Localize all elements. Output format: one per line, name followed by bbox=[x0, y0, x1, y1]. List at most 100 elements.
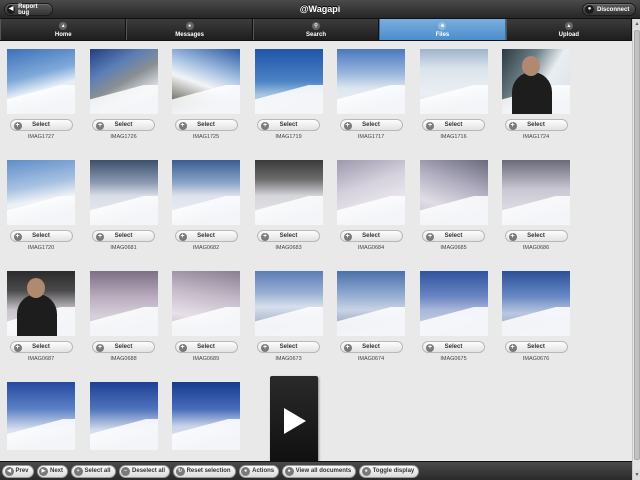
file-name: IMAG1717 bbox=[357, 134, 385, 140]
file-thumbnail[interactable] bbox=[7, 382, 75, 450]
file-thumbnail[interactable] bbox=[172, 382, 240, 450]
file-thumbnail[interactable] bbox=[172, 160, 240, 226]
select-button[interactable]: + Select bbox=[339, 341, 403, 353]
file-thumbnail[interactable] bbox=[254, 49, 323, 115]
select-button[interactable]: + Select bbox=[339, 230, 403, 242]
select-button[interactable]: + Select bbox=[92, 230, 155, 242]
select-button[interactable]: + Select bbox=[92, 119, 155, 131]
select-button[interactable]: + Select bbox=[257, 119, 320, 131]
disconnect-button[interactable]: ● Disconnect bbox=[582, 3, 636, 16]
file-thumbnail[interactable] bbox=[419, 160, 488, 226]
toolbar-label: Reset selection bbox=[186, 468, 231, 474]
thumbnail-scenery bbox=[7, 84, 75, 115]
select-button[interactable]: + Select bbox=[9, 230, 73, 242]
file-thumbnail[interactable] bbox=[254, 271, 323, 337]
select-button[interactable]: + Select bbox=[504, 230, 568, 242]
file-thumbnail[interactable] bbox=[502, 271, 570, 337]
file-name: IMAG0682 bbox=[192, 245, 220, 251]
plus-icon: + bbox=[261, 121, 269, 130]
file-name: IMAG0676 bbox=[522, 356, 550, 362]
thumbnail-scenery bbox=[337, 84, 405, 115]
tab-files[interactable]: ■ Files bbox=[379, 19, 506, 40]
prev-button[interactable]: ◀ Prev bbox=[2, 464, 34, 478]
select-button[interactable]: + Select bbox=[9, 341, 73, 353]
select-button[interactable]: + Select bbox=[504, 341, 568, 353]
select-button[interactable]: + Select bbox=[422, 341, 485, 353]
file-thumbnail[interactable] bbox=[89, 49, 158, 115]
file-thumbnail[interactable] bbox=[337, 271, 405, 337]
file-thumbnail[interactable] bbox=[337, 49, 405, 115]
file-thumbnail[interactable] bbox=[7, 160, 75, 226]
view-all-documents-button[interactable]: ● View all documents bbox=[282, 464, 357, 478]
tab-upload[interactable]: ▲ Upload bbox=[505, 19, 633, 40]
scroll-thumb[interactable] bbox=[634, 30, 640, 460]
tab-home-label: Home bbox=[54, 31, 72, 38]
select-button[interactable]: + Select bbox=[422, 230, 485, 242]
file-thumbnail[interactable] bbox=[7, 49, 75, 115]
main-navbar: ▲ Home ● Messages ⚲ Search ■ Files ▲ Upl… bbox=[0, 19, 633, 41]
file-thumbnail[interactable] bbox=[254, 160, 323, 226]
file-grid: + Select IMAG1727 + Select IMAG1726 + Select IMA… bbox=[7, 49, 570, 473]
vertical-scrollbar[interactable]: ▲ ▼ bbox=[632, 19, 640, 480]
next-button[interactable]: ▶ Next bbox=[36, 464, 69, 478]
disconnect-label: Disconnect bbox=[597, 6, 630, 13]
actions-button[interactable]: ● Actions bbox=[238, 464, 280, 478]
file-thumbnail[interactable] bbox=[7, 271, 75, 337]
file-name: IMAG0687 bbox=[27, 356, 55, 362]
plus-icon: + bbox=[426, 343, 434, 352]
file-name: IMAG0675 bbox=[440, 356, 467, 362]
scroll-up-arrow-icon[interactable]: ▲ bbox=[633, 19, 640, 29]
tab-search[interactable]: ⚲ Search bbox=[252, 19, 380, 40]
select-all-icon: + bbox=[73, 466, 83, 476]
tab-home[interactable]: ▲ Home bbox=[0, 19, 127, 40]
next-icon: ▶ bbox=[39, 466, 49, 476]
thumbnail-scenery bbox=[502, 306, 570, 337]
file-thumbnail[interactable] bbox=[337, 160, 405, 226]
file-thumbnail[interactable] bbox=[172, 49, 240, 115]
file-thumbnail[interactable] bbox=[89, 382, 158, 450]
play-icon[interactable] bbox=[269, 376, 318, 466]
thumbnail-scenery bbox=[172, 195, 240, 226]
reset-selection-button[interactable]: ↻ Reset selection bbox=[173, 464, 236, 478]
select-button[interactable]: + Select bbox=[504, 119, 568, 131]
select-all-button[interactable]: + Select all bbox=[71, 464, 116, 478]
plus-icon: + bbox=[178, 121, 187, 130]
select-button[interactable]: + Select bbox=[339, 119, 403, 131]
power-icon: ● bbox=[585, 5, 594, 14]
scroll-down-arrow-icon[interactable]: ▼ bbox=[633, 470, 640, 480]
file-thumbnail[interactable] bbox=[89, 160, 158, 226]
select-button[interactable]: + Select bbox=[92, 341, 155, 353]
file-name: IMAG0683 bbox=[275, 245, 302, 251]
file-name: IMAG0684 bbox=[357, 245, 385, 251]
file-browser: + Select IMAG1727 + Select IMAG1726 + Select IMA… bbox=[0, 41, 632, 466]
file-thumbnail[interactable] bbox=[419, 49, 488, 115]
file-tile: + Select IMAG0689 bbox=[172, 271, 240, 362]
select-button[interactable]: + Select bbox=[174, 341, 238, 353]
select-button[interactable]: + Select bbox=[174, 119, 238, 131]
file-thumbnail[interactable] bbox=[502, 49, 570, 115]
tab-messages[interactable]: ● Messages bbox=[126, 19, 253, 40]
tab-files-label: Files bbox=[435, 31, 450, 38]
file-thumbnail[interactable] bbox=[419, 271, 488, 337]
file-tile: + Select IMAG1717 bbox=[337, 49, 405, 140]
select-button[interactable]: + Select bbox=[9, 119, 73, 131]
select-button[interactable]: + Select bbox=[422, 119, 485, 131]
select-button[interactable]: + Select bbox=[174, 230, 238, 242]
select-button[interactable]: + Select bbox=[257, 230, 320, 242]
toggle-display-button[interactable]: ● Toggle display bbox=[359, 464, 420, 478]
file-thumbnail[interactable] bbox=[172, 271, 240, 337]
select-button[interactable]: + Select bbox=[257, 341, 320, 353]
plus-icon: + bbox=[261, 343, 269, 352]
file-tile: + Select IMAG1719 bbox=[254, 49, 323, 140]
deselect-all-button[interactable]: − Deselect all bbox=[118, 464, 171, 478]
plus-icon: + bbox=[343, 343, 352, 352]
bottom-toolbar: ◀ Prev ▶ Next + Select all − Deselect all ↻ Reset… bbox=[0, 461, 632, 480]
plus-icon: + bbox=[508, 232, 517, 241]
thumbnail-scenery bbox=[337, 195, 405, 226]
file-thumbnail[interactable] bbox=[502, 160, 570, 226]
thumbnail-scenery bbox=[419, 195, 488, 226]
plus-icon: + bbox=[508, 343, 517, 352]
file-tile: + Select IMAG0684 bbox=[337, 160, 405, 251]
plus-icon: + bbox=[426, 232, 434, 241]
file-thumbnail[interactable] bbox=[89, 271, 158, 337]
